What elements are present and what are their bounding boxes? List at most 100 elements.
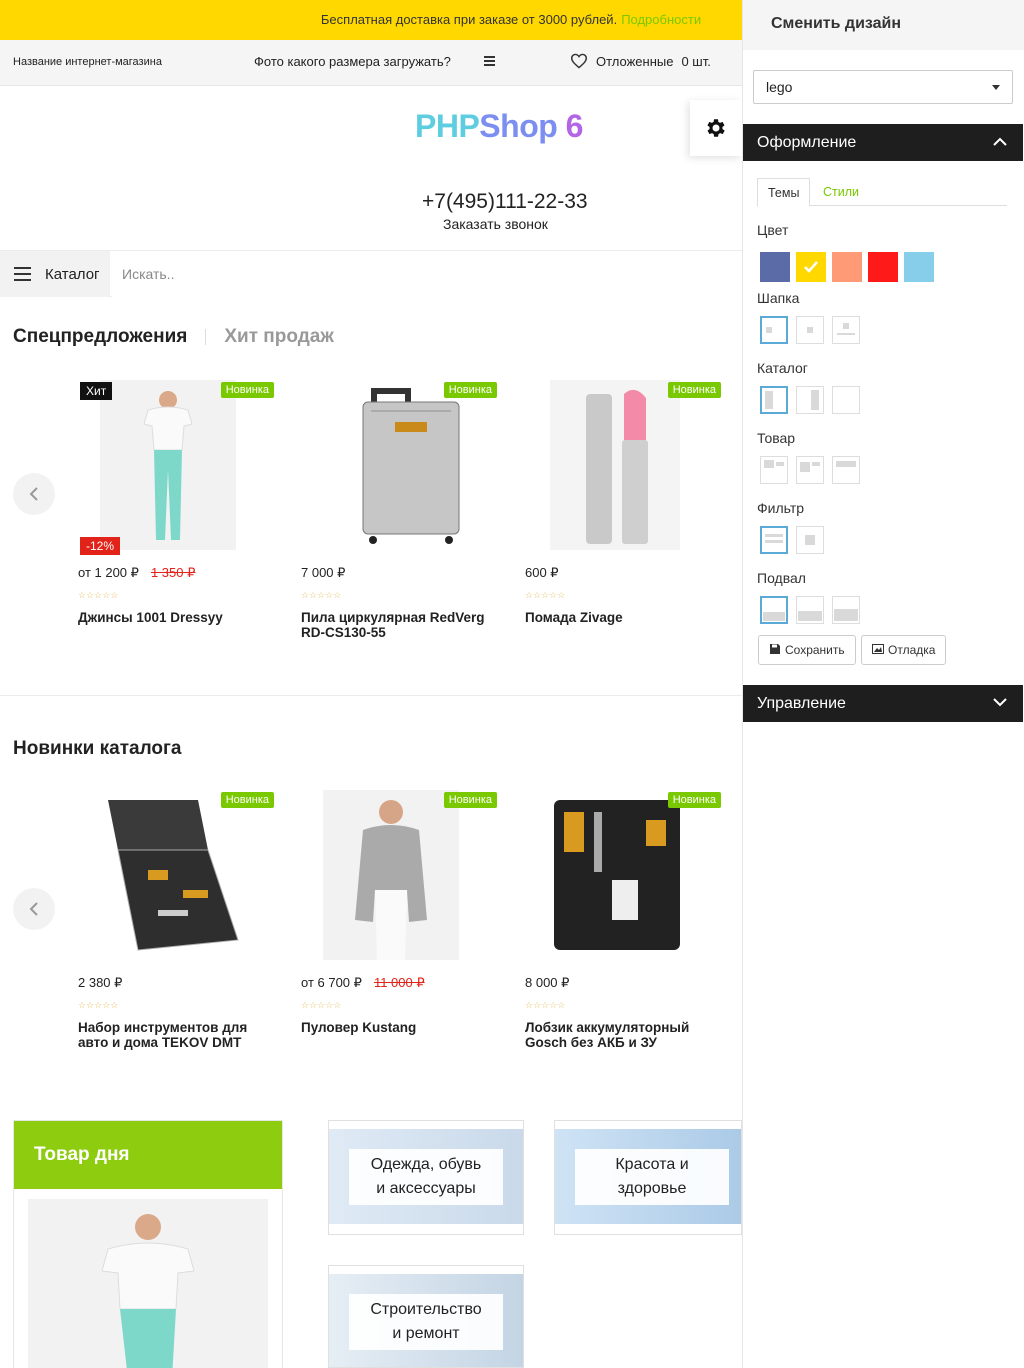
footer-option-1[interactable] [760,596,788,624]
callback-link[interactable]: Заказать звонок [443,216,548,232]
catalog-option-1[interactable] [760,386,788,414]
design-select[interactable]: lego [753,70,1013,104]
chevron-left-icon [29,487,38,501]
debug-label: Отладка [888,643,936,657]
chevron-up-icon [993,137,1007,146]
product-card[interactable]: Новинка 7 000 ₽ ☆☆☆☆☆ Пила циркулярная R… [301,380,511,650]
rating-stars: ☆☆☆☆☆ [525,590,566,600]
header-option-3[interactable] [832,316,860,344]
product-image[interactable] [301,380,481,550]
color-swatch-blue[interactable] [760,252,790,282]
product-image[interactable] [78,380,258,550]
category-label-line: Строительство [370,1301,482,1318]
catalog-label: Каталог [45,265,100,283]
accordion-design[interactable]: Оформление [743,124,1023,161]
photo-size-link[interactable]: Фото какого размера загружать? [254,54,451,69]
tab-themes[interactable]: Темы [757,178,811,207]
wishlist-link[interactable]: Отложенные 0 шт. [570,53,711,69]
tab-special-offers[interactable]: Спецпредложения [13,326,187,348]
rating-stars: ☆☆☆☆☆ [301,1000,342,1010]
product-image[interactable] [525,790,705,960]
shop-name: Название интернет-магазина [13,56,162,68]
tab-styles[interactable]: Стили [813,178,869,207]
catalog-button[interactable]: Каталог [0,251,110,297]
product-card[interactable]: Новинка 8 000 ₽ ☆☆☆☆☆ Лобзик аккумулятор… [525,790,735,1060]
new-badge: Новинка [667,382,721,398]
footer-option-3[interactable] [832,596,860,624]
accordion-design-label: Оформление [757,134,857,151]
accordion-manage[interactable]: Управление [743,685,1023,722]
category-label: Красота и здоровье [575,1149,729,1205]
rating-stars: ☆☆☆☆☆ [525,1000,566,1010]
product-card[interactable]: Новинка от 6 700 ₽ 11 000 ₽ ☆☆☆☆☆ Пуловер… [301,790,511,1060]
chevron-left-icon [29,902,38,916]
product-price: 600 ₽ [525,565,559,581]
promo-text: Бесплатная доставка при заказе от 3000 р… [320,12,618,27]
accordion-manage-label: Управление [757,695,846,712]
day-product-image[interactable] [28,1199,268,1368]
floppy-disk-icon [770,644,780,654]
product-card[interactable]: Новинка 2 380 ₽ ☆☆☆☆☆ Набор инструментов… [78,790,288,1060]
tab-bestsellers[interactable]: Хит продаж [224,326,333,348]
product-option-2[interactable] [796,456,824,484]
new-products-title: Новинки каталога [13,738,182,759]
menu-icon[interactable] [484,56,495,66]
pullover-image [323,790,459,960]
category-card-clothing[interactable]: Одежда, обувь и аксессуары [328,1120,524,1235]
color-swatch-lightblue[interactable] [904,252,934,282]
product-name[interactable]: Пуловер Kustang [301,1020,501,1035]
product-option-1[interactable] [760,456,788,484]
category-card-beauty[interactable]: Красота и здоровье [554,1120,742,1235]
phone-number[interactable]: +7(495)111-22-33 [422,190,588,214]
product-name[interactable]: Набор инструментов для авто и дома TEKOV… [78,1020,278,1050]
prev-arrow-button[interactable] [13,888,55,930]
color-swatch-red[interactable] [868,252,898,282]
product-name[interactable]: Помада Zivage [525,610,725,625]
design-settings-button[interactable] [690,100,742,156]
product-image[interactable] [78,790,258,960]
save-button[interactable]: Сохранить [758,635,856,665]
color-swatch-yellow[interactable] [796,252,826,282]
product-card[interactable]: Новинка 600 ₽ ☆☆☆☆☆ Помада Zivage [525,380,735,650]
filter-option-2[interactable] [796,526,824,554]
search-input[interactable] [112,251,742,297]
caret-down-icon [992,85,1000,90]
header-option-2[interactable] [796,316,824,344]
site-logo[interactable]: PHPShop 6 [415,108,583,145]
lipstick-image [550,380,680,550]
product-price: 8 000 ₽ [525,975,569,991]
promo-details-link[interactable]: Подробности [621,12,701,27]
product-label: Товар [757,430,796,446]
tab-separator [205,329,207,345]
jeans-image [100,380,236,550]
product-card[interactable]: Хит Новинка -12% от 1 200 ₽ 1 350 ₽ ☆☆☆☆☆… [78,380,288,650]
prev-arrow-button[interactable] [13,473,55,515]
catalog-search-bar: Каталог [0,250,742,297]
design-panel: Сменить дизайн lego Оформление Темы Стил… [742,0,1024,1368]
catalog-option-2[interactable] [796,386,824,414]
product-name[interactable]: Пила циркулярная RedVerg RD-CS130-55 [301,610,501,640]
logo-part-1: PHP [415,108,480,144]
catalog-option-3[interactable] [832,386,860,414]
footer-option-2[interactable] [796,596,824,624]
category-card-construction[interactable]: Строительство и ремонт [328,1265,524,1368]
day-product-photo [28,1199,268,1368]
heart-icon [570,53,588,69]
product-name[interactable]: Лобзик аккумуляторный Gosch без АКБ и ЗУ [525,1020,725,1050]
top-bar: Название интернет-магазина Фото какого р… [0,40,742,86]
product-of-the-day[interactable]: Товар дня [13,1120,283,1368]
debug-button[interactable]: Отладка [861,635,947,665]
tool-kit-image [540,790,690,960]
product-name[interactable]: Джинсы 1001 Dressyy [78,610,278,625]
category-label: Строительство и ремонт [349,1294,503,1350]
filter-option-1[interactable] [760,526,788,554]
product-option-3[interactable] [832,456,860,484]
category-label-line: и ремонт [392,1325,460,1342]
header-option-1[interactable] [760,316,788,344]
product-image[interactable] [525,380,705,550]
section-divider [0,695,742,696]
color-swatch-orange[interactable] [832,252,862,282]
product-price: от 6 700 ₽ 11 000 ₽ [301,975,425,991]
product-image[interactable] [301,790,481,960]
color-label: Цвет [757,222,789,238]
